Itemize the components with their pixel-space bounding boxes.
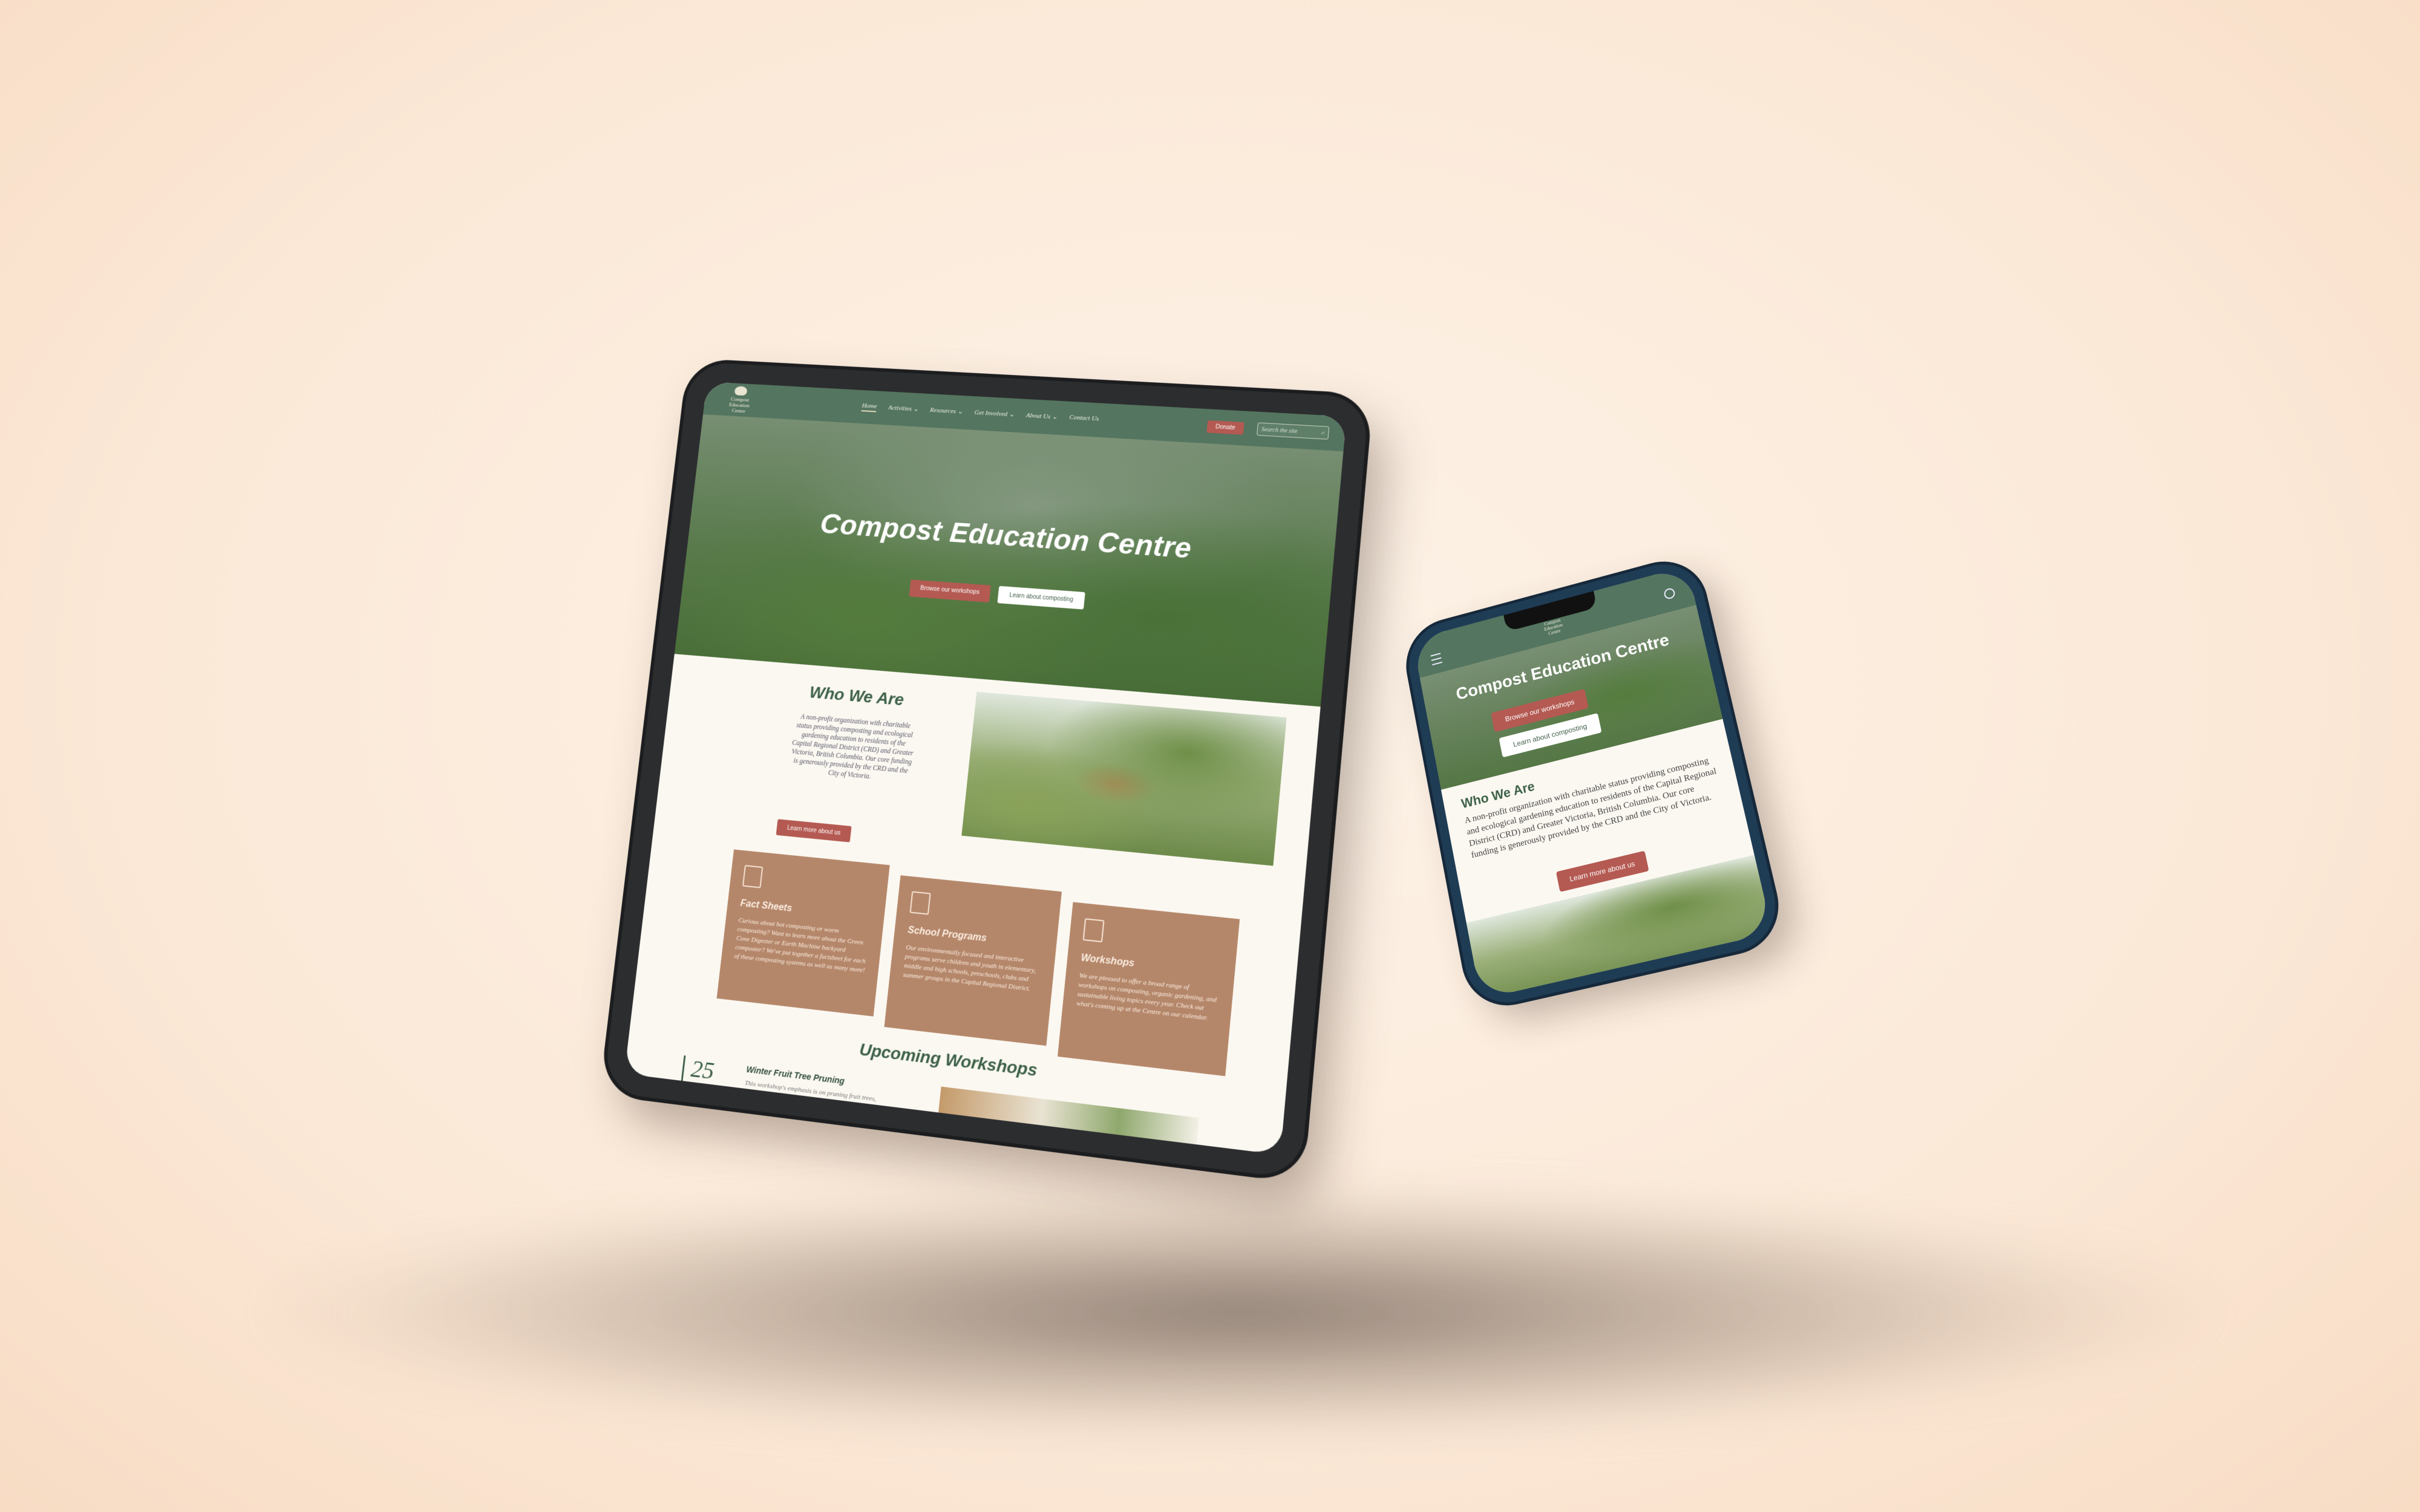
card-text: Curious about hot composting or worm com… (734, 916, 866, 974)
event-day: 25 (689, 1054, 716, 1085)
easel-icon (1082, 918, 1105, 943)
nav-item-contact-us[interactable]: Contact Us (1069, 414, 1099, 425)
tree-logo-icon (734, 386, 748, 396)
book-icon (909, 891, 931, 915)
phone-device: Compost Education Centre Compost Educati… (1402, 554, 1785, 1011)
learn-more-about-us-button[interactable]: Learn more about us (776, 819, 852, 842)
card-text: We are pleased to offer a broad range of… (1076, 971, 1217, 1022)
card-workshops[interactable]: Workshops We are pleased to offer a broa… (1058, 902, 1240, 1077)
search-icon[interactable]: ⌕ (1321, 429, 1325, 436)
nav-item-activities[interactable]: Activities ⌄ (888, 403, 919, 414)
site-logo[interactable]: Compost Education Centre (718, 385, 762, 415)
card-school-programs[interactable]: School Programs Our environmentally focu… (884, 875, 1062, 1046)
hero-title: Compost Education Centre (819, 508, 1193, 565)
document-icon (742, 865, 764, 888)
search-icon[interactable] (1663, 587, 1676, 601)
search-placeholder: Search the site (1261, 426, 1298, 435)
nav-item-get-involved[interactable]: Get Involved ⌄ (974, 408, 1015, 420)
nav-item-about-us[interactable]: About Us ⌄ (1025, 411, 1058, 422)
hamburger-menu-icon[interactable] (1430, 653, 1443, 666)
hero-banner: Compost Education Centre Browse our work… (674, 414, 1344, 707)
browse-workshops-button[interactable]: Browse our workshops (909, 579, 991, 603)
tablet-device: Compost Education Centre Home Activities… (603, 361, 1370, 1180)
tablet-screen: Compost Education Centre Home Activities… (624, 382, 1347, 1155)
search-input[interactable]: Search the site ⌕ (1257, 422, 1330, 440)
card-fact-sheets[interactable]: Fact Sheets Curious about hot composting… (716, 849, 890, 1017)
who-we-are-text: A non-profit organization with charitabl… (791, 713, 914, 781)
who-we-are-heading: Who We Are (808, 682, 905, 709)
nav-item-resources[interactable]: Resources ⌄ (929, 406, 963, 417)
floor-shadow (272, 1185, 2208, 1439)
nav-item-home[interactable]: Home (861, 402, 878, 412)
card-text: Our environmentally focused and interact… (902, 943, 1036, 993)
donate-button[interactable]: Donate (1206, 420, 1244, 435)
centre-garden-photo (961, 691, 1287, 866)
learn-composting-button[interactable]: Learn about composting (997, 585, 1086, 610)
hero-buttons: Browse our workshops Learn about compost… (683, 563, 1329, 628)
